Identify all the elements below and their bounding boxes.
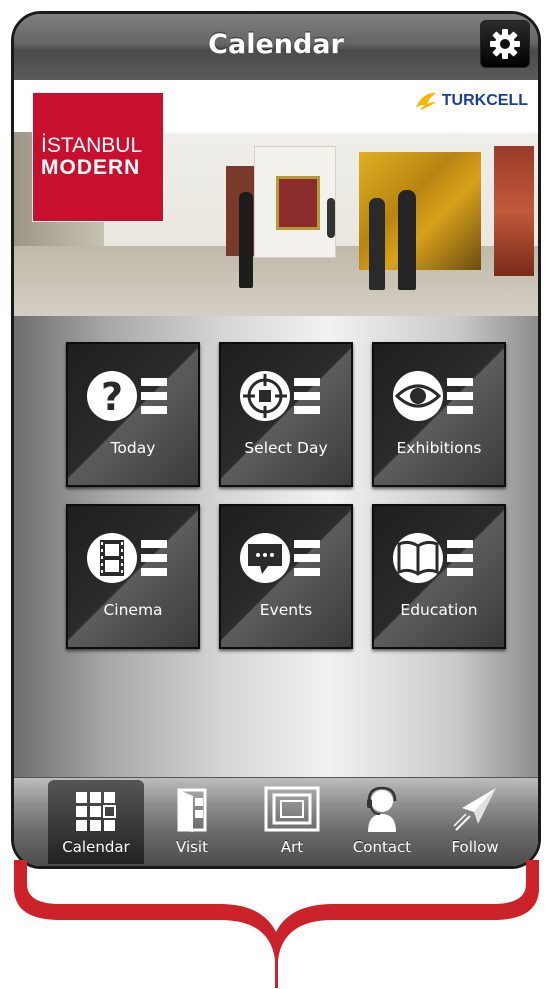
phone-frame: Calendar İSTANBUL MODERN TURKCELL ? Toda… [11, 11, 541, 869]
tab-visit[interactable]: Visit [144, 780, 240, 864]
menu-area: ? Today Select Day Exhibitions Cinema Ev… [14, 316, 538, 784]
banner-painting [494, 146, 534, 276]
tab-calendar[interactable]: Calendar [48, 780, 144, 864]
eye-icon [393, 371, 473, 421]
logo-line-1: İSTANBUL [41, 134, 143, 157]
tile-today[interactable]: ? Today [66, 342, 200, 487]
gear-icon [490, 29, 520, 59]
tab-label: Calendar [62, 838, 130, 856]
visitor-silhouette [369, 198, 385, 290]
speech-bubble-icon [240, 533, 320, 583]
tile-education[interactable]: Education [372, 504, 506, 649]
tile-events[interactable]: Events [219, 504, 353, 649]
visitor-silhouette [398, 190, 416, 290]
tab-bar: Calendar Visit Art Contact Follow [14, 777, 538, 866]
sponsor-name: TURKCELL [441, 92, 528, 109]
film-icon [87, 533, 167, 583]
sponsor-logo: TURKCELL [414, 90, 528, 112]
banner-painting [276, 176, 320, 230]
grid-icon [76, 792, 116, 831]
tab-label: Follow [451, 838, 499, 856]
tile-label: Education [400, 601, 478, 619]
tab-art[interactable]: Art [244, 780, 340, 864]
visitor-silhouette [327, 198, 335, 238]
crosshair-icon [240, 371, 320, 421]
tab-follow[interactable]: Follow [427, 780, 523, 864]
logo-line-2: MODERN [41, 156, 141, 179]
turkcell-leaf-icon [415, 92, 436, 110]
tile-cinema[interactable]: Cinema [66, 504, 200, 649]
svg-text:?: ? [101, 375, 123, 419]
tab-label: Contact [352, 838, 412, 856]
door-icon [177, 788, 207, 832]
tile-label: Cinema [103, 601, 163, 619]
tile-select-day[interactable]: Select Day [219, 342, 353, 487]
tile-label: Today [110, 439, 156, 457]
book-icon [393, 533, 473, 583]
visitor-silhouette [239, 192, 253, 288]
tab-label: Visit [176, 838, 208, 856]
tile-label: Exhibitions [396, 439, 482, 457]
frame-icon [264, 786, 320, 832]
title-bar: Calendar [14, 14, 538, 81]
tile-label: Select Day [244, 439, 328, 457]
question-mark-icon: ? [87, 371, 167, 421]
settings-button[interactable] [480, 20, 530, 68]
tile-exhibitions[interactable]: Exhibitions [372, 342, 506, 487]
tab-contact[interactable]: Contact [334, 780, 430, 864]
istanbul-modern-logo: İSTANBUL MODERN [32, 92, 164, 222]
curly-brace-graphic [14, 860, 539, 988]
headset-icon [367, 786, 397, 832]
paper-plane-icon [453, 788, 496, 831]
tile-label: Events [259, 601, 313, 619]
tab-label: Art [280, 838, 304, 856]
page-title: Calendar [208, 29, 344, 60]
museum-banner: İSTANBUL MODERN TURKCELL [14, 80, 538, 316]
